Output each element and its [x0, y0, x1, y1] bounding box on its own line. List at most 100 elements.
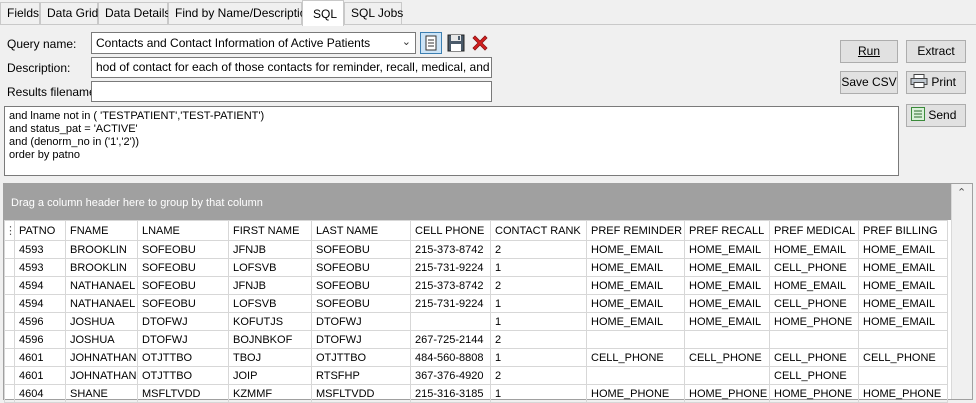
- table-cell[interactable]: [858, 330, 948, 349]
- row-selector[interactable]: [4, 312, 15, 331]
- table-cell[interactable]: TBOJ: [228, 348, 312, 367]
- table-cell[interactable]: CELL_PHONE: [858, 348, 948, 367]
- column-header[interactable]: FIRST NAME: [228, 220, 312, 241]
- table-row[interactable]: 4594 NATHANAEL SOFEOBU JFNJB SOFEOBU 215-373-…: [4, 276, 948, 295]
- table-cell[interactable]: JOSHUA: [65, 330, 138, 349]
- tab-sql[interactable]: SQL: [302, 0, 344, 26]
- table-cell[interactable]: HOME_PHONE: [769, 312, 859, 331]
- table-cell[interactable]: JOHNATHAN: [65, 366, 138, 385]
- tab-data-details[interactable]: Data Details: [98, 2, 170, 24]
- row-selector[interactable]: [4, 348, 15, 367]
- print-button[interactable]: Print: [906, 71, 966, 94]
- table-cell[interactable]: CELL_PHONE: [769, 294, 859, 313]
- column-header[interactable]: PREF BILLING: [858, 220, 948, 241]
- column-header[interactable]: FNAME: [65, 220, 138, 241]
- table-cell[interactable]: JOIP: [228, 366, 312, 385]
- row-selector[interactable]: [4, 366, 15, 385]
- table-cell[interactable]: HOME_EMAIL: [858, 312, 948, 331]
- table-cell[interactable]: OTJTTBO: [137, 348, 229, 367]
- table-cell[interactable]: CELL_PHONE: [684, 348, 770, 367]
- table-cell[interactable]: 4596: [14, 312, 66, 331]
- table-cell[interactable]: HOME_EMAIL: [586, 276, 685, 295]
- table-cell[interactable]: CELL_PHONE: [769, 258, 859, 277]
- group-by-panel[interactable]: Drag a column header here to group by th…: [4, 184, 951, 220]
- tab-find-by-name[interactable]: Find by Name/Description: [168, 2, 313, 24]
- send-button[interactable]: Send: [906, 104, 966, 127]
- table-cell[interactable]: HOME_EMAIL: [586, 240, 685, 259]
- table-cell[interactable]: 1: [490, 348, 587, 367]
- table-cell[interactable]: [769, 330, 859, 349]
- table-cell[interactable]: HOME_EMAIL: [684, 294, 770, 313]
- table-cell[interactable]: JOHNATHAN: [65, 348, 138, 367]
- table-cell[interactable]: HOME_EMAIL: [684, 276, 770, 295]
- table-cell[interactable]: LOFSVB: [228, 258, 312, 277]
- table-cell[interactable]: SOFEOBU: [311, 276, 411, 295]
- table-cell[interactable]: BROOKLIN: [65, 240, 138, 259]
- table-cell[interactable]: 2: [490, 366, 587, 385]
- table-row[interactable]: 4594 NATHANAEL SOFEOBU LOFSVB SOFEOBU 215-731…: [4, 294, 948, 313]
- table-cell[interactable]: 2: [490, 276, 587, 295]
- table-cell[interactable]: HOME_EMAIL: [858, 276, 948, 295]
- table-cell[interactable]: HOME_EMAIL: [586, 258, 685, 277]
- table-cell[interactable]: 215-731-9224: [410, 258, 491, 277]
- table-cell[interactable]: [410, 312, 491, 331]
- table-cell[interactable]: 4594: [14, 276, 66, 295]
- query-name-select[interactable]: Contacts and Contact Information of Acti…: [91, 32, 416, 54]
- column-header[interactable]: PREF REMINDER: [586, 220, 685, 241]
- scroll-up-icon[interactable]: ⌃: [957, 186, 966, 199]
- row-selector[interactable]: [4, 294, 15, 313]
- table-cell[interactable]: LOFSVB: [228, 294, 312, 313]
- table-row[interactable]: 4596 JOSHUA DTOFWJ KOFUTJS DTOFWJ 1 HOME_EMAIL…: [4, 312, 948, 331]
- table-cell[interactable]: NATHANAEL: [65, 276, 138, 295]
- column-header[interactable]: LAST NAME: [311, 220, 411, 241]
- save-csv-button[interactable]: Save CSV: [840, 71, 898, 94]
- column-chooser-icon[interactable]: ⋮: [4, 220, 15, 241]
- table-cell[interactable]: 1: [490, 258, 587, 277]
- table-cell[interactable]: DTOFWJ: [311, 312, 411, 331]
- sql-editor[interactable]: and lname not in ( 'TESTPATIENT','TEST-P…: [4, 106, 899, 176]
- row-selector[interactable]: [4, 276, 15, 295]
- table-cell[interactable]: 4601: [14, 348, 66, 367]
- table-cell[interactable]: CELL_PHONE: [586, 348, 685, 367]
- table-cell[interactable]: CELL_PHONE: [769, 366, 859, 385]
- chevron-down-icon[interactable]: ⌄: [402, 35, 411, 48]
- table-cell[interactable]: HOME_EMAIL: [858, 258, 948, 277]
- table-cell[interactable]: 2: [490, 330, 587, 349]
- table-cell[interactable]: HOME_EMAIL: [684, 258, 770, 277]
- table-cell[interactable]: SOFEOBU: [137, 240, 229, 259]
- table-cell[interactable]: JOSHUA: [65, 312, 138, 331]
- table-cell[interactable]: [684, 366, 770, 385]
- table-cell[interactable]: 267-725-2144: [410, 330, 491, 349]
- table-cell[interactable]: [586, 366, 685, 385]
- table-cell[interactable]: 2: [490, 240, 587, 259]
- run-button[interactable]: Run: [840, 40, 898, 63]
- column-header[interactable]: PATNO: [14, 220, 66, 241]
- results-filename-field[interactable]: [91, 81, 492, 102]
- table-cell[interactable]: 4593: [14, 240, 66, 259]
- table-cell[interactable]: HOME_EMAIL: [769, 240, 859, 259]
- table-cell[interactable]: SOFEOBU: [311, 258, 411, 277]
- table-cell[interactable]: 4596: [14, 330, 66, 349]
- table-cell[interactable]: 4601: [14, 366, 66, 385]
- table-row[interactable]: 4601 JOHNATHAN OTJTTBO JOIP RTSFHP 367-376-49…: [4, 366, 948, 385]
- column-header[interactable]: PREF RECALL: [684, 220, 770, 241]
- table-cell[interactable]: CELL_PHONE: [769, 348, 859, 367]
- table-cell[interactable]: OTJTTBO: [311, 348, 411, 367]
- column-header[interactable]: CONTACT RANK: [490, 220, 587, 241]
- table-cell[interactable]: RTSFHP: [311, 366, 411, 385]
- table-cell[interactable]: HOME_EMAIL: [586, 294, 685, 313]
- vertical-scrollbar[interactable]: ⌃: [951, 184, 972, 399]
- table-cell[interactable]: JFNJB: [228, 276, 312, 295]
- table-cell[interactable]: 215-373-8742: [410, 240, 491, 259]
- table-row[interactable]: 4593 BROOKLIN SOFEOBU LOFSVB SOFEOBU 215-731-…: [4, 258, 948, 277]
- table-row[interactable]: 4593 BROOKLIN SOFEOBU JFNJB SOFEOBU 215-373-8…: [4, 240, 948, 259]
- table-row[interactable]: 4601 JOHNATHAN OTJTTBO TBOJ OTJTTBO 484-560-8…: [4, 348, 948, 367]
- table-cell[interactable]: SOFEOBU: [137, 258, 229, 277]
- table-cell[interactable]: 1: [490, 294, 587, 313]
- row-selector[interactable]: [4, 330, 15, 349]
- table-cell[interactable]: SOFEOBU: [311, 294, 411, 313]
- table-cell[interactable]: DTOFWJ: [137, 330, 229, 349]
- table-cell[interactable]: 4593: [14, 258, 66, 277]
- table-cell[interactable]: 4594: [14, 294, 66, 313]
- table-cell[interactable]: SOFEOBU: [311, 240, 411, 259]
